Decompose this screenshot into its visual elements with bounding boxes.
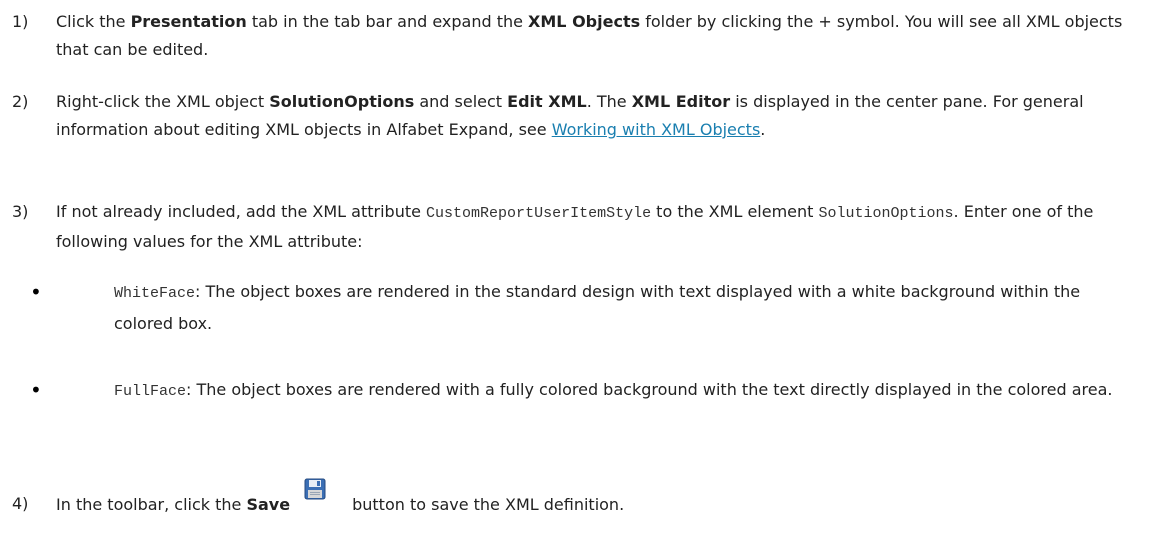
bullet-item-fullface: • FullFace: The object boxes are rendere… [30,375,1130,407]
ui-term-xml-editor: XML Editor [631,92,731,111]
ui-term-edit-xml: Edit XML [507,92,587,111]
text: . [760,120,766,139]
step-number: 3) [12,202,29,221]
text: button to save the XML definition. [352,495,625,514]
code-attribute-name: CustomReportUserItemStyle [426,205,652,222]
working-with-xml-objects-link[interactable]: Working with XML Objects [552,120,761,139]
step-text: In the toolbar, click the Save button to… [56,478,1132,519]
bullet-item-whiteface: • WhiteFace: The object boxes are render… [30,277,1130,339]
step-1: 1) Click the Presentation tab in the tab… [12,8,1132,64]
floppy-disk-save-icon [304,478,326,500]
text: : The object boxes are rendered with a f… [186,380,1113,399]
text: In the toolbar, click the [56,495,247,514]
code-value: FullFace [114,383,187,400]
bullet-text: FullFace: The object boxes are rendered … [114,375,1130,407]
text: : The object boxes are rendered in the s… [114,282,1081,333]
text: If not already included, add the XML att… [56,202,427,221]
text: and select [414,92,508,111]
text: Click the [56,12,131,31]
step-2: 2) Right-click the XML object SolutionOp… [12,88,1132,144]
text: to the XML element [651,202,819,221]
bullet-text: WhiteFace: The object boxes are rendered… [114,277,1130,339]
code-element-name: SolutionOptions [818,205,954,222]
step-text: Right-click the XML object SolutionOptio… [56,88,1132,144]
step-text: Click the Presentation tab in the tab ba… [56,8,1132,64]
step-number: 4) [12,494,29,513]
step-3: 3) If not already included, add the XML … [12,198,1132,256]
step-4: 4) In the toolbar, click the Save button… [12,478,1132,519]
ui-term-solutionoptions: SolutionOptions [269,92,415,111]
text: Right-click the XML object [56,92,270,111]
bullet-icon: • [30,378,42,402]
step-number: 1) [12,12,29,31]
step-number: 2) [12,92,29,111]
step-text: If not already included, add the XML att… [56,198,1132,256]
text: tab in the tab bar and expand the [246,12,529,31]
ui-term-save: Save [246,495,291,514]
ui-term-presentation: Presentation [130,12,247,31]
ui-term-xml-objects: XML Objects [528,12,641,31]
text: . The [586,92,632,111]
bullet-icon: • [30,280,42,304]
code-value: WhiteFace [114,285,196,302]
